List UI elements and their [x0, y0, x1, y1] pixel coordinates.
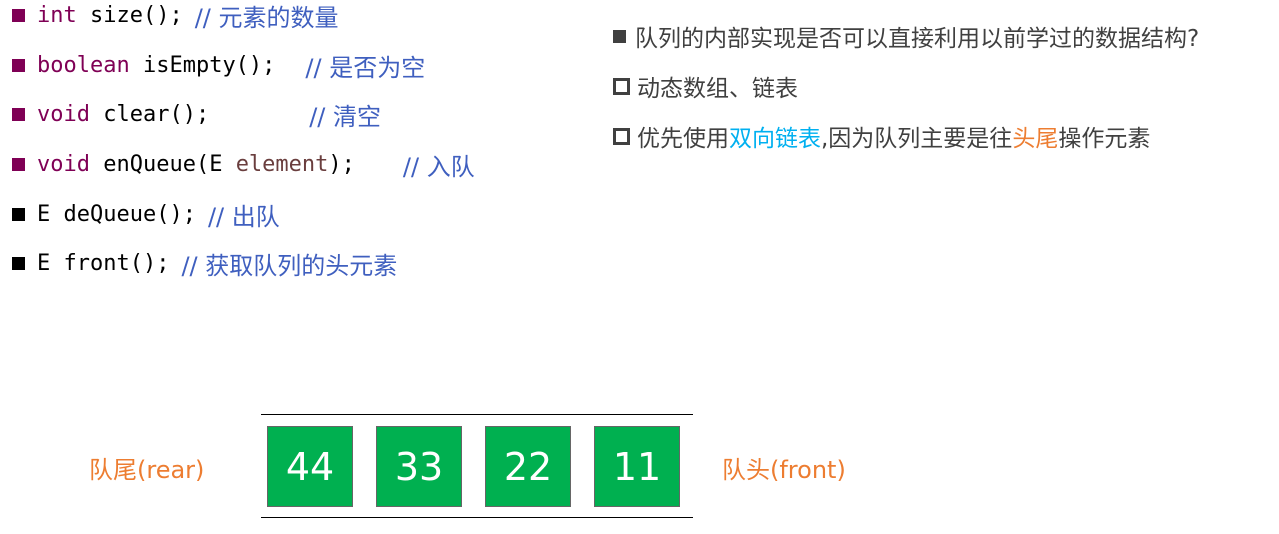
api-signature: void enQueue(E element); — [37, 152, 355, 177]
note-highlight-head-tail: 头尾 — [1012, 126, 1059, 152]
bullet-icon — [12, 58, 25, 72]
bullet-icon — [12, 157, 25, 171]
note-answer-preferred: 优先使用 双向链表 ,因为队列主要是往 头尾 操作元素 — [613, 120, 1150, 152]
api-item-clear: void clear(); // 清空 — [12, 99, 382, 131]
queue-element: 22 — [485, 426, 571, 507]
queue-element: 33 — [376, 426, 462, 507]
api-code: enQueue(E — [103, 151, 236, 177]
api-keyword: boolean — [37, 52, 130, 78]
note-text-pre: 优先使用 — [637, 126, 729, 152]
api-return-type: E — [37, 250, 51, 276]
api-code: deQueue(); — [63, 201, 196, 227]
queue-element: 11 — [594, 426, 680, 507]
api-code: size(); — [90, 2, 183, 28]
api-comment: // 清空 — [309, 102, 382, 131]
bullet-icon — [12, 107, 25, 121]
api-keyword: int — [37, 2, 77, 28]
api-signature: void clear(); — [37, 102, 209, 127]
api-item-is-empty: boolean isEmpty(); // 是否为空 — [12, 50, 426, 82]
hollow-square-bullet-icon — [613, 77, 630, 95]
note-question: 队列的内部实现是否可以直接利用以前学过的数据结构? — [613, 20, 1199, 52]
api-comment: // 元素的数量 — [194, 3, 339, 32]
api-code: isEmpty(); — [142, 52, 276, 78]
api-item-enqueue: void enQueue(E element); // 入队 — [12, 149, 475, 181]
api-comment: // 入队 — [402, 152, 475, 181]
note-highlight-doubly-linked-list: 双向链表 — [729, 126, 821, 152]
api-item-front: E front(); // 获取队列的头元素 — [12, 248, 398, 280]
note-text-mid: ,因为队列主要是往 — [821, 126, 1013, 152]
bullet-icon — [12, 207, 25, 221]
note-text: 动态数组、链表 — [637, 76, 798, 102]
api-keyword: void — [37, 151, 90, 177]
note-answer-structures: 动态数组、链表 — [613, 70, 798, 102]
api-param: element — [235, 151, 329, 177]
queue-element: 44 — [267, 426, 353, 507]
api-comment: // 出队 — [207, 202, 280, 231]
api-signature: E deQueue(); — [37, 202, 196, 227]
queue-rear-label: 队尾(rear) — [89, 456, 205, 484]
api-comment: // 是否为空 — [305, 53, 426, 82]
api-signature: int size(); — [37, 3, 183, 28]
hollow-square-bullet-icon — [613, 127, 630, 145]
api-keyword: void — [37, 101, 90, 127]
api-signature: boolean isEmpty(); — [37, 53, 275, 78]
api-code: clear(); — [103, 101, 210, 127]
queue-top-border — [261, 414, 693, 415]
api-code: front(); — [63, 250, 170, 276]
api-item-size: int size(); // 元素的数量 — [12, 0, 339, 32]
filled-square-bullet-icon — [613, 29, 626, 43]
bullet-icon — [12, 256, 25, 270]
api-return-type: E — [37, 201, 51, 227]
queue-front-label: 队头(front) — [722, 456, 846, 484]
api-code-end: ); — [328, 151, 355, 177]
api-signature: E front(); — [37, 251, 169, 276]
bullet-icon — [12, 8, 25, 22]
note-text: 队列的内部实现是否可以直接利用以前学过的数据结构? — [635, 26, 1200, 52]
note-text-post: 操作元素 — [1058, 126, 1151, 152]
api-item-dequeue: E deQueue(); // 出队 — [12, 199, 280, 231]
queue-bottom-border — [261, 517, 693, 518]
api-comment: // 获取队列的头元素 — [181, 251, 398, 280]
